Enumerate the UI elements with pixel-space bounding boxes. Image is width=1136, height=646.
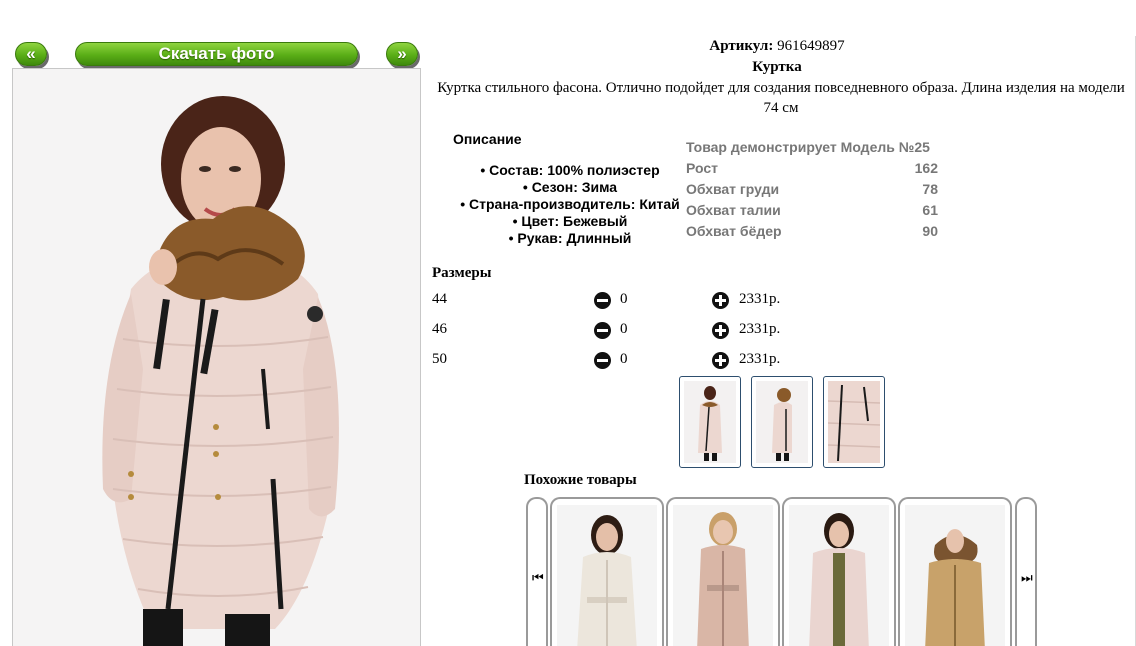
price-value: 2331р. [739,291,781,307]
thumbnail-front-image [684,381,736,463]
size-row: 46 0 2331р. [432,319,852,341]
description-heading: Описание [453,131,522,147]
size-label: 50 [432,351,447,367]
photo-thumbnail[interactable] [679,376,741,468]
similar-product-card[interactable] [550,497,664,646]
property-item: Страна-производитель: Китай [440,196,700,213]
similar-product-image [905,505,1005,646]
price-value: 2331р. [739,321,781,337]
article-line: Артикул: 961649897 [432,38,1122,55]
photo-thumbnail[interactable] [751,376,813,468]
similar-product-card[interactable] [666,497,780,646]
property-item: Сезон: Зима [440,179,700,196]
model-heading: Товар демонстрирует Модель №25 [686,139,930,155]
measurement-value: 90 [922,223,938,239]
property-item: Цвет: Бежевый [440,213,700,230]
similar-product-card[interactable] [898,497,1012,646]
plus-icon[interactable] [712,322,729,339]
similar-product-image [673,505,773,646]
carousel-next-button[interactable]: ⏭ [1015,497,1037,646]
measurement-value: 162 [914,160,938,176]
article-label: Артикул: [709,38,774,54]
plus-icon[interactable] [712,352,729,369]
measurement-row: Обхват груди 78 [686,179,938,200]
model-measurements: Товар демонстрирует Модель №25 Рост 162 … [686,137,938,242]
plus-icon[interactable] [712,292,729,309]
thumbnail-detail-image [827,381,881,463]
prev-photo-button[interactable]: « [15,42,47,66]
property-item: Состав: 100% полиэстер [440,162,700,179]
jacket-model-illustration [13,69,420,646]
next-photo-button[interactable]: » [386,42,418,66]
measurement-row: Обхват бёдер 90 [686,221,938,242]
quantity-value: 0 [620,351,628,367]
product-description: Куртка стильного фасона. Отлично подойде… [437,80,1125,116]
download-photo-button[interactable]: Скачать фото [75,42,358,66]
property-item: Рукав: Длинный [440,230,700,247]
measurement-label: Обхват груди [686,181,780,197]
measurement-label: Обхват бёдер [686,223,782,239]
measurement-label: Рост [686,160,718,176]
quantity-value: 0 [620,291,628,307]
minus-icon[interactable] [594,352,611,369]
size-label: 44 [432,291,447,307]
similar-product-card[interactable] [782,497,896,646]
skip-back-icon: ⏮ [532,571,544,586]
size-row: 44 0 2331р. [432,289,852,311]
main-product-photo [12,68,421,646]
price-value: 2331р. [739,351,781,367]
minus-icon[interactable] [594,292,611,309]
measurement-row: Обхват талии 61 [686,200,938,221]
measurement-label: Обхват талии [686,202,781,218]
sizes-heading: Размеры [432,265,492,281]
measurement-value: 78 [922,181,938,197]
similar-products-heading: Похожие товары [524,472,637,488]
size-row: 50 0 2331р. [432,349,852,371]
minus-icon[interactable] [594,322,611,339]
quantity-value: 0 [620,321,628,337]
thumbnail-side-image [756,381,808,463]
similar-product-image [557,505,657,646]
product-title: Куртка [752,59,802,75]
measurement-row: Рост 162 [686,158,938,179]
size-label: 46 [432,321,447,337]
article-number: 961649897 [777,38,845,54]
carousel-prev-button[interactable]: ⏮ [526,497,548,646]
similar-product-image [789,505,889,646]
photo-thumbnail[interactable] [823,376,885,468]
property-list: Состав: 100% полиэстер Сезон: Зима Стран… [440,162,700,247]
skip-forward-icon: ⏭ [1021,571,1033,586]
measurement-value: 61 [922,202,938,218]
